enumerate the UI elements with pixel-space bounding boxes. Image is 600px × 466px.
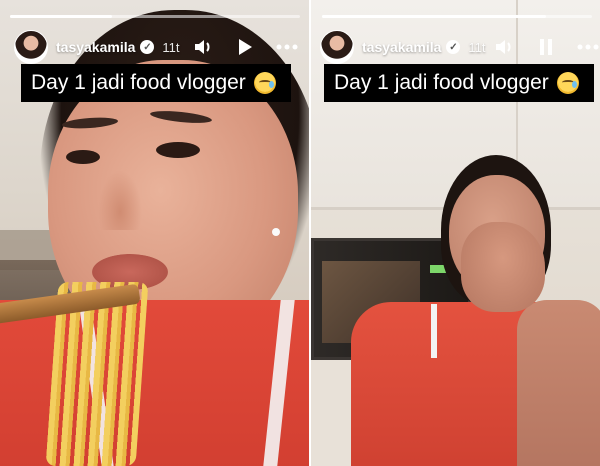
more-options-icon[interactable] (577, 36, 599, 58)
post-time: 11t (468, 39, 486, 55)
volume-icon[interactable] (493, 36, 515, 58)
caption-text: Day 1 jadi food vlogger (31, 71, 246, 94)
story-caption: Day 1 jadi food vlogger (21, 64, 291, 102)
story-header: tasyakamila ✓ 11t (320, 28, 486, 66)
username[interactable]: tasyakamila (56, 39, 135, 55)
verified-badge-icon: ✓ (446, 40, 461, 54)
caption-text: Day 1 jadi food vlogger (334, 71, 549, 94)
story-header: tasyakamila ✓ 11t (14, 28, 180, 66)
face-holding-back-tears-icon (556, 72, 579, 94)
verified-badge-icon: ✓ (140, 40, 155, 54)
story-progress-bar (322, 15, 592, 18)
story-left[interactable]: tasyakamila ✓ 11t Day 1 jadi food vlogge… (0, 0, 309, 466)
post-time: 11t (162, 39, 180, 55)
story-progress-bar (10, 15, 300, 18)
more-options-icon[interactable] (276, 36, 298, 58)
face-holding-back-tears-icon (253, 72, 276, 94)
avatar[interactable] (320, 30, 354, 64)
story-caption: Day 1 jadi food vlogger (324, 64, 594, 102)
play-icon[interactable] (234, 36, 256, 58)
volume-icon[interactable] (192, 36, 214, 58)
story-controls (493, 36, 599, 58)
avatar[interactable] (14, 30, 48, 64)
story-right[interactable]: tasyakamila ✓ 11t Day 1 jadi food vlogge… (311, 0, 600, 466)
pause-icon[interactable] (535, 36, 557, 58)
story-progress-fill (10, 15, 112, 18)
story-controls (192, 36, 298, 58)
username[interactable]: tasyakamila (362, 39, 441, 55)
story-progress-fill (322, 15, 547, 18)
